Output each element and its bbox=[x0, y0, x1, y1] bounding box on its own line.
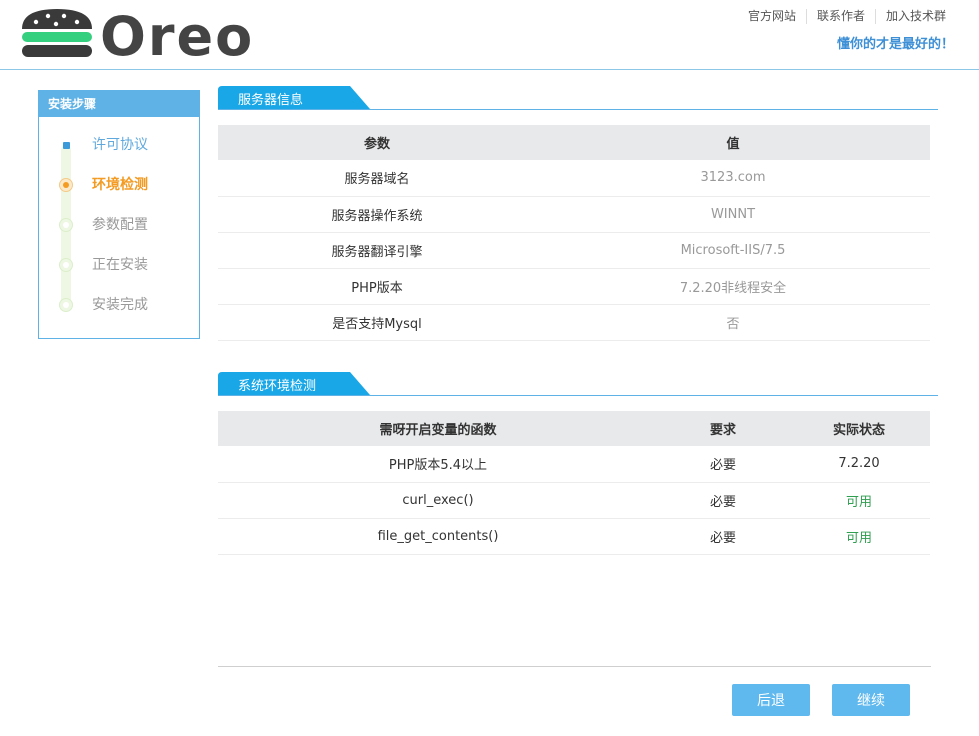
param-value: 3123.com bbox=[536, 160, 930, 197]
step-label: 环境检测 bbox=[92, 177, 148, 193]
table-row: PHP版本5.4以上 必要 7.2.20 bbox=[218, 446, 930, 483]
table-row: curl_exec() 必要 可用 bbox=[218, 482, 930, 519]
param-name: 是否支持Mysql bbox=[218, 304, 536, 341]
section-tab: 服务器信息 bbox=[218, 86, 370, 109]
param-value: 7.2.20非线程安全 bbox=[536, 268, 930, 305]
param-value: 否 bbox=[536, 304, 930, 341]
step-label: 安装完成 bbox=[92, 297, 148, 313]
actual-status: 可用 bbox=[788, 482, 930, 519]
step-config: 参数配置 bbox=[39, 215, 199, 235]
param-name: PHP版本 bbox=[218, 268, 536, 305]
column-header: 值 bbox=[536, 125, 930, 160]
section-tab: 系统环境检测 bbox=[218, 372, 370, 395]
table-row: 服务器翻译引擎 Microsoft-IIS/7.5 bbox=[218, 232, 930, 269]
param-name: 服务器操作系统 bbox=[218, 196, 536, 233]
server-info-table: 参数 值 服务器域名 3123.com 服务器操作系统 WINNT 服务器翻译引… bbox=[218, 125, 930, 341]
back-button[interactable]: 后退 bbox=[732, 684, 810, 716]
install-steps-panel: 安装步骤 许可协议 环境检测 参数配置 正在安装 安装完成 bbox=[38, 90, 200, 339]
sidebar-title: 安装步骤 bbox=[39, 91, 199, 117]
server-info-header: 服务器信息 bbox=[218, 86, 938, 110]
section-title: 系统环境检测 bbox=[238, 379, 317, 394]
footer-divider bbox=[218, 666, 931, 667]
header: Oreo 官方网站 联系作者 加入技术群 懂你的才是最好的！ bbox=[0, 0, 979, 70]
link-join-group[interactable]: 加入技术群 bbox=[874, 9, 959, 24]
slogan: 懂你的才是最好的！ bbox=[836, 37, 954, 52]
table-row: 服务器域名 3123.com bbox=[218, 160, 930, 197]
step-pending-icon bbox=[59, 298, 73, 312]
step-label: 正在安装 bbox=[92, 257, 148, 273]
column-header: 实际状态 bbox=[788, 411, 930, 446]
requirement: 必要 bbox=[658, 446, 788, 483]
requirement: 必要 bbox=[658, 482, 788, 519]
column-header: 要求 bbox=[658, 411, 788, 446]
cookie-icon bbox=[22, 9, 92, 57]
env-check-table: 需呀开启变量的函数 要求 实际状态 PHP版本5.4以上 必要 7.2.20 c… bbox=[218, 411, 930, 555]
step-installing: 正在安装 bbox=[39, 255, 199, 275]
column-header: 需呀开启变量的函数 bbox=[218, 411, 658, 446]
table-header-row: 参数 值 bbox=[218, 125, 930, 160]
param-value: Microsoft-IIS/7.5 bbox=[536, 232, 930, 269]
step-env-check: 环境检测 bbox=[39, 175, 199, 195]
column-header: 参数 bbox=[218, 125, 536, 160]
link-official-site[interactable]: 官方网站 bbox=[738, 9, 806, 24]
function-name: curl_exec() bbox=[218, 482, 658, 519]
next-button[interactable]: 继续 bbox=[832, 684, 910, 716]
link-contact-author[interactable]: 联系作者 bbox=[805, 9, 875, 24]
env-check-header: 系统环境检测 bbox=[218, 372, 938, 396]
step-current-icon bbox=[59, 178, 73, 192]
param-value: WINNT bbox=[536, 196, 930, 233]
step-pending-icon bbox=[59, 218, 73, 232]
function-name: file_get_contents() bbox=[218, 518, 658, 555]
table-header-row: 需呀开启变量的函数 要求 实际状态 bbox=[218, 411, 930, 446]
step-done-icon bbox=[59, 138, 73, 152]
table-row: file_get_contents() 必要 可用 bbox=[218, 518, 930, 555]
table-row: 是否支持Mysql 否 bbox=[218, 304, 930, 341]
actual-status: 7.2.20 bbox=[788, 446, 930, 483]
step-pending-icon bbox=[59, 258, 73, 272]
logo-text: Oreo bbox=[100, 5, 254, 59]
step-list: 许可协议 环境检测 参数配置 正在安装 安装完成 bbox=[39, 117, 199, 339]
table-row: 服务器操作系统 WINNT bbox=[218, 196, 930, 233]
actual-status: 可用 bbox=[788, 518, 930, 555]
section-title: 服务器信息 bbox=[238, 93, 304, 108]
step-label: 许可协议 bbox=[92, 137, 148, 153]
step-complete: 安装完成 bbox=[39, 295, 199, 315]
param-name: 服务器域名 bbox=[218, 160, 536, 197]
step-label: 参数配置 bbox=[92, 217, 148, 233]
step-license: 许可协议 bbox=[39, 135, 199, 155]
function-name: PHP版本5.4以上 bbox=[218, 446, 658, 483]
oreo-logo[interactable]: Oreo bbox=[20, 5, 292, 59]
table-row: PHP版本 7.2.20非线程安全 bbox=[218, 268, 930, 305]
param-name: 服务器翻译引擎 bbox=[218, 232, 536, 269]
top-links: 官方网站 联系作者 加入技术群 bbox=[738, 9, 959, 24]
requirement: 必要 bbox=[658, 518, 788, 555]
